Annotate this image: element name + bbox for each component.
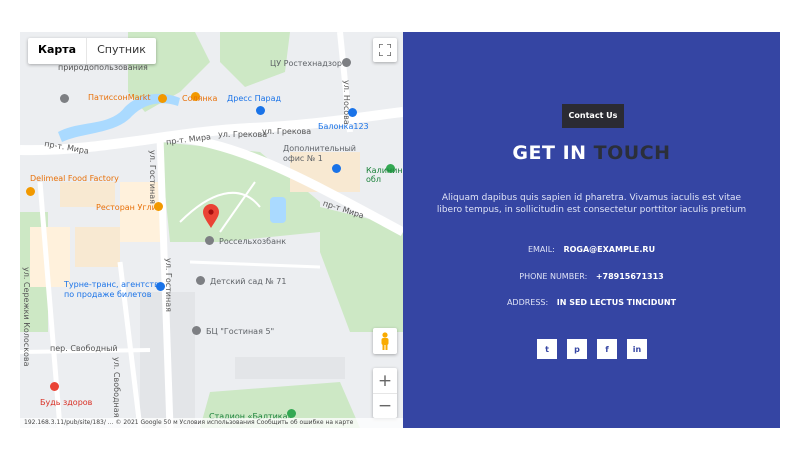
heading-part-1: GET IN — [512, 142, 587, 164]
pegman-icon — [381, 332, 389, 350]
twitter-icon: t — [545, 344, 549, 354]
contact-section: природопользования ЦУ Ростехнадзор Патис… — [0, 0, 800, 460]
twitter-button[interactable]: t — [537, 339, 557, 359]
map-label: Турне-транс, агентство по продаже билето… — [64, 280, 164, 299]
street-view-button[interactable] — [373, 328, 397, 354]
facebook-button[interactable]: f — [597, 339, 617, 359]
google-map[interactable]: природопользования ЦУ Ростехнадзор Патис… — [20, 32, 403, 428]
map-label: ул. Гостиная — [148, 150, 157, 204]
map-label: Дополнительный офис № 1 — [283, 144, 356, 163]
zoom-out-button[interactable]: − — [373, 393, 397, 418]
office-pin-icon[interactable] — [192, 326, 201, 335]
poi-pin-icon[interactable] — [60, 94, 69, 103]
email-row: EMAIL: ROGA@EXAMPLE.RU — [403, 245, 780, 254]
travel-pin-icon[interactable] — [156, 282, 165, 291]
contact-us-badge: Contact Us — [562, 104, 624, 128]
map-label: ул. Свободная — [112, 357, 121, 418]
map-label: ул. Грекова — [262, 127, 312, 136]
section-heading: GET IN TOUCH — [403, 142, 780, 164]
contact-panel: Contact Us GET IN TOUCH Aliquam dapibus … — [403, 32, 780, 428]
map-label: ул. Грекова — [218, 130, 268, 139]
zoom-in-button[interactable]: + — [373, 368, 397, 393]
map-label: ЦУ Ростехнадзор — [270, 59, 342, 68]
fullscreen-icon — [379, 44, 391, 56]
map-label: Калинин обл — [366, 166, 403, 184]
school-pin-icon[interactable] — [196, 276, 205, 285]
address-label: ADDRESS: — [506, 298, 549, 307]
poi-pin-icon[interactable] — [342, 58, 351, 67]
shop-pin-icon[interactable] — [256, 106, 265, 115]
address-value: IN SED LECTUS TINCIDUNT — [556, 298, 677, 307]
map-label: Ресторан Угли — [96, 203, 157, 212]
linkedin-button[interactable]: in — [627, 339, 647, 359]
map-label: Delimeal Food Factory — [30, 174, 119, 183]
map-label: БЦ "Гостиная 5" — [206, 327, 275, 336]
stadium-pin-icon[interactable] — [287, 409, 296, 418]
map-label: Детский сад № 71 — [210, 277, 287, 286]
pinterest-button[interactable]: p — [567, 339, 587, 359]
map-label: Солянка — [182, 94, 218, 103]
address-row: ADDRESS: IN SED LECTUS TINCIDUNT — [403, 298, 780, 307]
pharmacy-pin-icon[interactable] — [50, 382, 59, 391]
heading-part-2: TOUCH — [593, 142, 671, 164]
description: Aliquam dapibus quis sapien id pharetra.… — [436, 193, 747, 215]
shop-pin-icon[interactable] — [348, 108, 357, 117]
email-value[interactable]: ROGA@EXAMPLE.RU — [563, 245, 655, 254]
social-links: t p f in — [537, 339, 647, 359]
tab-satellite[interactable]: Спутник — [86, 38, 156, 64]
map-label: Балонка123 — [318, 122, 369, 131]
tab-map[interactable]: Карта — [28, 38, 86, 64]
map-label: ПатиссонMarkt — [88, 93, 151, 102]
map-label: ул. Сережки Колоскова — [22, 267, 31, 367]
map-label: ул. Носова — [342, 80, 351, 125]
facebook-icon: f — [605, 344, 609, 354]
shop-pin-icon[interactable] — [158, 94, 167, 103]
email-label: EMAIL: — [527, 245, 555, 254]
phone-label: PHONE NUMBER: — [519, 272, 588, 281]
map-footer[interactable]: 192.168.3.11/pub/site/183/ ... © 2021 Go… — [20, 418, 403, 428]
map-type-toggle: Карта Спутник — [28, 38, 156, 64]
bank-pin-icon[interactable] — [332, 164, 341, 173]
map-label: пер. Свободный — [50, 344, 118, 353]
phone-row: PHONE NUMBER: +78915671313 — [403, 272, 780, 281]
map-label: Дресс Парад — [227, 94, 282, 103]
map-label: Будь здоров — [40, 398, 93, 407]
map-label: природопользования — [58, 63, 148, 72]
phone-value[interactable]: +78915671313 — [596, 272, 664, 281]
pinterest-icon: p — [574, 344, 580, 354]
bank-pin-icon[interactable] — [205, 236, 214, 245]
map-label: Россельхозбанк — [219, 237, 287, 246]
linkedin-icon: in — [632, 344, 642, 354]
map-label: ул. Гостиная — [164, 258, 173, 312]
fullscreen-button[interactable] — [373, 38, 397, 62]
restaurant-pin-icon[interactable] — [26, 187, 35, 196]
zoom-control: + − — [373, 368, 397, 418]
